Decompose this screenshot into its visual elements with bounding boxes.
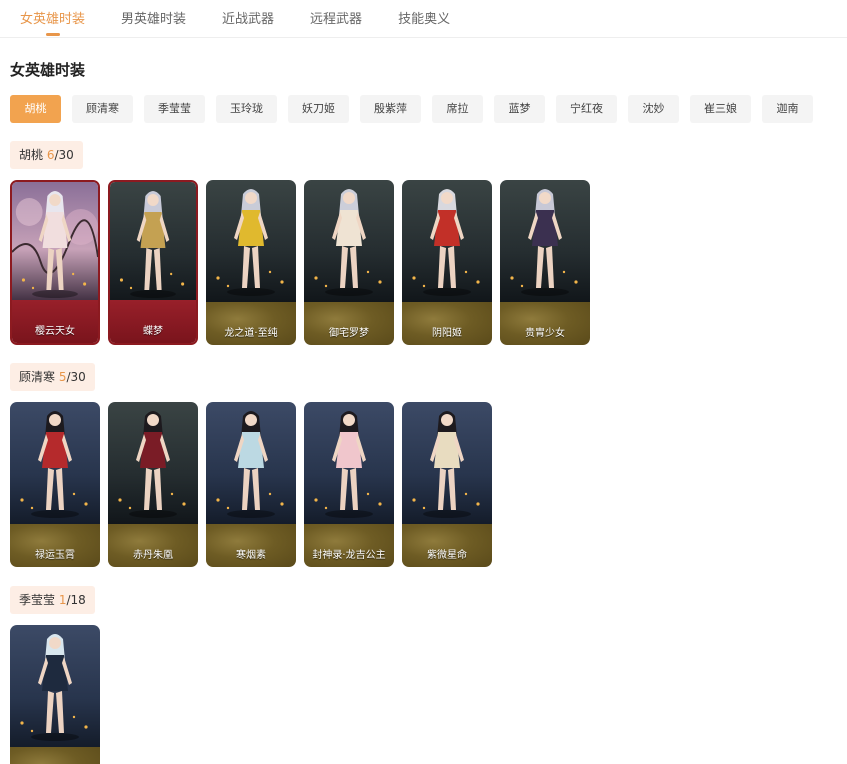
skin-art [402,180,492,302]
skin-card[interactable]: 赤丹朱凰 [108,402,198,567]
skin-card[interactable]: 蝶梦 [108,180,198,345]
section-hero-name: 胡桃 [19,148,47,162]
skin-card-row: 禄运玉霄 赤丹朱凰 寒烟素 封神录·龙吉公主 紫微星命 [10,402,492,567]
hero-filter-11[interactable]: 迦南 [762,95,813,123]
tab-0[interactable]: 女英雄时装 [20,0,85,38]
top-tab-bar: 女英雄时装 男英雄时装 近战武器 远程武器 技能奥义 [0,0,847,38]
hero-filter-6[interactable]: 席拉 [432,95,483,123]
tab-2[interactable]: 近战武器 [222,0,274,38]
skin-art [110,182,196,304]
skin-card[interactable]: 寒烟素 [206,402,296,567]
skin-name: 寒烟素 [236,550,266,561]
skin-name: 樱云天女 [35,326,75,337]
skin-card[interactable]: 御宅罗梦 [304,180,394,345]
skin-art [12,182,98,304]
hero-filter-10[interactable]: 崔三娘 [690,95,751,123]
skin-art [206,180,296,302]
hero-filter-0[interactable]: 胡桃 [10,95,61,123]
skin-name: 贵胄少女 [525,328,565,339]
skin-art [108,402,198,524]
tab-1[interactable]: 男英雄时装 [121,0,186,38]
total-count: /30 [54,148,74,162]
skin-name: 紫微星命 [427,550,467,561]
skin-card[interactable]: 樱云天女 [10,180,100,345]
tab-3[interactable]: 远程武器 [310,0,362,38]
section-hero-name: 顾清寒 [19,370,59,384]
skin-card-row [10,625,100,764]
skin-name: 封神录·龙吉公主 [312,550,386,561]
skin-art [10,625,100,747]
skin-card[interactable]: 龙之道·至纯 [206,180,296,345]
hero-filter-9[interactable]: 沈妙 [628,95,679,123]
section-header: 胡桃 6/30 [10,141,83,169]
skin-card[interactable]: 贵胄少女 [500,180,590,345]
skin-name: 禄运玉霄 [35,550,75,561]
total-count: /30 [66,370,86,384]
hero-filter-8[interactable]: 宁红夜 [556,95,617,123]
skin-art [402,402,492,524]
hero-filter-5[interactable]: 殷紫萍 [360,95,421,123]
skin-art [500,180,590,302]
total-count: /18 [66,593,86,607]
skin-name: 阴阳姬 [432,328,462,339]
hero-filter-2[interactable]: 季莹莹 [144,95,205,123]
skin-card-row: 樱云天女 蝶梦 龙之道·至纯 御宅罗梦 阴阳姬 贵胄少女 [10,180,590,345]
skin-card[interactable]: 紫微星命 [402,402,492,567]
section-header: 季莹莹 1/18 [10,586,95,614]
skin-name: 蝶梦 [143,326,163,337]
skin-name: 龙之道·至纯 [224,328,278,339]
skin-name: 赤丹朱凰 [133,550,173,561]
skin-art [304,402,394,524]
skin-art [304,180,394,302]
skin-card[interactable]: 封神录·龙吉公主 [304,402,394,567]
tab-4[interactable]: 技能奥义 [398,0,450,38]
hero-filter-4[interactable]: 妖刀姬 [288,95,349,123]
skin-name: 御宅罗梦 [329,328,369,339]
skin-rarity-base [10,747,100,764]
page-title: 女英雄时装 [10,61,86,79]
skin-card[interactable]: 禄运玉霄 [10,402,100,567]
skin-art [10,402,100,524]
hero-filter-1[interactable]: 顾清寒 [72,95,133,123]
hero-filter-bar: 胡桃 顾清寒 季莹莹 玉玲珑 妖刀姬 殷紫萍 席拉 蓝梦 宁红夜 沈妙 崔三娘 迦南 [10,95,813,123]
hero-filter-7[interactable]: 蓝梦 [494,95,545,123]
section-header: 顾清寒 5/30 [10,363,95,391]
skin-card[interactable]: 阴阳姬 [402,180,492,345]
section-hero-name: 季莹莹 [19,593,59,607]
hero-filter-3[interactable]: 玉玲珑 [216,95,277,123]
skin-card[interactable] [10,625,100,764]
skin-art [206,402,296,524]
